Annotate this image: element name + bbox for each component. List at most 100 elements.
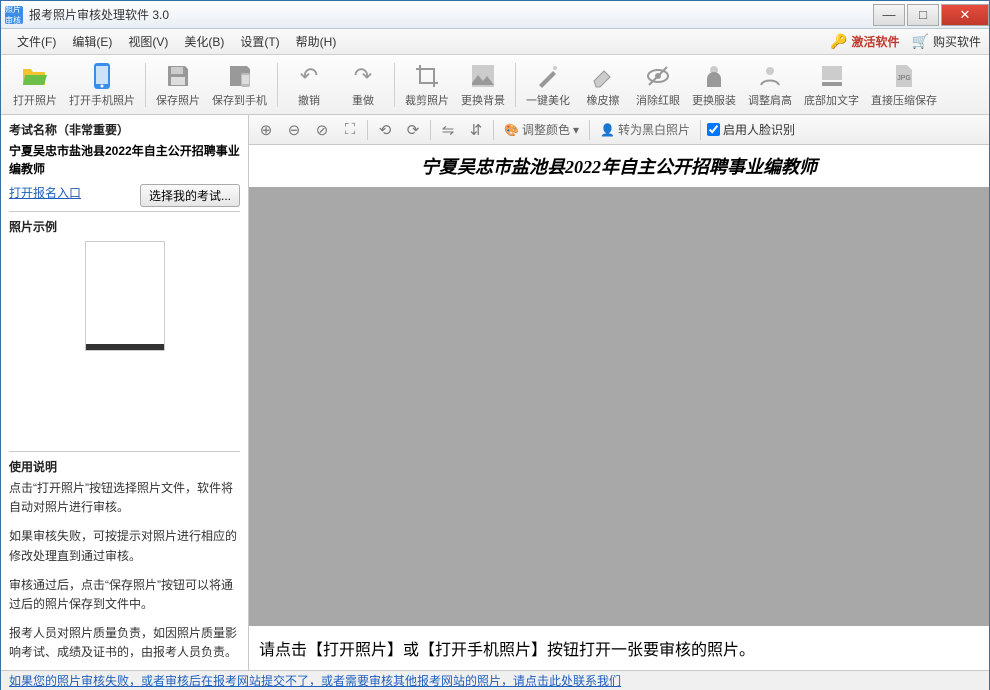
toolbar-separator: [515, 63, 516, 107]
canvas: 宁夏吴忠市盐池县2022年自主公开招聘事业编教师 请点击【打开照片】或【打开手机…: [249, 145, 989, 670]
sub-separator: [700, 120, 701, 140]
redo-icon: ↷: [348, 61, 378, 91]
text-icon: [817, 61, 847, 91]
open-photo-label: 打开照片: [13, 92, 57, 108]
face-detect-label: 启用人脸识别: [723, 121, 795, 138]
clothes-icon: [699, 61, 729, 91]
redeye-icon: [643, 61, 673, 91]
undo-label: 撤销: [298, 92, 320, 108]
close-button[interactable]: ✕: [941, 4, 989, 26]
adjust-color-button[interactable]: 🎨 调整颜色 ▾: [500, 121, 583, 138]
titlebar: 照片审核 报考照片审核处理软件 3.0 — □ ✕: [1, 1, 989, 29]
redo-button[interactable]: ↷ 重做: [336, 59, 390, 110]
compress-button[interactable]: JPG 直接压缩保存: [865, 59, 943, 110]
menu-edit[interactable]: 编辑(E): [64, 31, 120, 52]
canvas-title: 宁夏吴忠市盐池县2022年自主公开招聘事业编教师: [249, 145, 989, 187]
toolbar-separator: [394, 63, 395, 107]
clothes-label: 更换服装: [692, 92, 736, 108]
flip-h-icon[interactable]: ⇋: [437, 119, 459, 141]
save-label: 保存照片: [156, 92, 200, 108]
eraser-label: 橡皮擦: [587, 92, 620, 108]
sub-separator: [493, 120, 494, 140]
photo-example: [85, 241, 165, 351]
example-label: 照片示例: [9, 218, 240, 235]
eraser-icon: [588, 61, 618, 91]
menu-file[interactable]: 文件(F): [9, 31, 64, 52]
menu-settings[interactable]: 设置(T): [232, 31, 287, 52]
save-icon: [163, 61, 193, 91]
person-icon: 👤: [600, 123, 615, 137]
select-exam-button[interactable]: 选择我的考试...: [140, 184, 240, 207]
open-phone-photo-button[interactable]: 打开手机照片: [63, 59, 141, 110]
save-to-phone-button[interactable]: 保存到手机: [206, 59, 273, 110]
buy-label: 购买软件: [933, 33, 981, 50]
shoulder-label: 调整肩高: [748, 92, 792, 108]
key-icon: 🔑: [830, 33, 847, 50]
sidebar-separator: [9, 451, 240, 452]
registration-link[interactable]: 打开报名入口: [9, 186, 81, 200]
exam-name: 宁夏吴忠市盐池县2022年自主公开招聘事业编教师: [9, 142, 240, 178]
crop-button[interactable]: 裁剪照片: [399, 59, 455, 110]
change-bg-button[interactable]: 更换背景: [455, 59, 511, 110]
bg-label: 更换背景: [461, 92, 505, 108]
adjust-color-label: 调整颜色: [522, 121, 570, 138]
dropdown-icon: ▾: [573, 123, 579, 137]
one-click-label: 一键美化: [526, 92, 570, 108]
shoulder-icon: [755, 61, 785, 91]
save-photo-button[interactable]: 保存照片: [150, 59, 206, 110]
usage-p3: 审核通过后，点击“保存照片”按钮可以将通过后的照片保存到文件中。: [9, 576, 240, 614]
palette-icon: 🎨: [504, 123, 519, 137]
usage-label: 使用说明: [9, 458, 240, 475]
minimize-button[interactable]: —: [873, 4, 905, 26]
menu-view[interactable]: 视图(V): [120, 31, 176, 52]
usage-p2: 如果审核失败，可按提示对照片进行相应的修改处理直到通过审核。: [9, 527, 240, 565]
redeye-button[interactable]: 消除红眼: [630, 59, 686, 110]
rotate-left-icon[interactable]: ⟲: [374, 119, 396, 141]
window-title: 报考照片审核处理软件 3.0: [29, 6, 871, 23]
save-phone-icon: [225, 61, 255, 91]
folder-open-icon: [20, 61, 50, 91]
sub-toolbar: ⊕ ⊖ ⊘ ⛶ ⟲ ⟳ ⇋ ⇵ 🎨 调整颜色 ▾ 👤 转为黑白照片: [249, 115, 989, 145]
rotate-right-icon[interactable]: ⟳: [402, 119, 424, 141]
face-detect-checkbox[interactable]: 启用人脸识别: [707, 121, 795, 138]
canvas-hint: 请点击【打开照片】或【打开手机照片】按钮打开一张要审核的照片。: [249, 626, 989, 670]
undo-button[interactable]: ↶ 撤销: [282, 59, 336, 110]
zoom-in-icon[interactable]: ⊕: [255, 119, 277, 141]
crop-icon: [412, 61, 442, 91]
app-icon: 照片审核: [5, 6, 23, 24]
usage-p4: 报考人员对照片质量负责，如因照片质量影响考试、成绩及证书的，由报考人员负责。: [9, 624, 240, 662]
wand-icon: [533, 61, 563, 91]
menu-beautify[interactable]: 美化(B): [176, 31, 232, 52]
zoom-reset-icon[interactable]: ⊘: [311, 119, 333, 141]
eraser-button[interactable]: 橡皮擦: [576, 59, 630, 110]
save-phone-label: 保存到手机: [212, 92, 267, 108]
buy-link[interactable]: 🛒 购买软件: [912, 33, 981, 50]
sidebar-separator: [9, 211, 240, 212]
clothes-button[interactable]: 更换服装: [686, 59, 742, 110]
one-click-button[interactable]: 一键美化: [520, 59, 576, 110]
menu-help[interactable]: 帮助(H): [288, 31, 345, 52]
redeye-label: 消除红眼: [636, 92, 680, 108]
to-bw-label: 转为黑白照片: [618, 121, 690, 138]
text-button[interactable]: 底部加文字: [798, 59, 865, 110]
bg-icon: [468, 61, 498, 91]
usage-p1: 点击“打开照片”按钮选择照片文件，软件将自动对照片进行审核。: [9, 479, 240, 517]
exam-label: 考试名称（非常重要）: [9, 121, 240, 138]
fit-icon[interactable]: ⛶: [339, 119, 361, 141]
maximize-button[interactable]: □: [907, 4, 939, 26]
face-detect-input[interactable]: [707, 123, 720, 136]
sub-separator: [589, 120, 590, 140]
zoom-out-icon[interactable]: ⊖: [283, 119, 305, 141]
open-photo-button[interactable]: 打开照片: [7, 59, 63, 110]
sidebar: 考试名称（非常重要） 宁夏吴忠市盐池县2022年自主公开招聘事业编教师 打开报名…: [1, 115, 249, 670]
status-link[interactable]: 如果您的照片审核失败，或者审核后在报考网站提交不了，或者需要审核其他报考网站的照…: [9, 672, 621, 689]
text-label: 底部加文字: [804, 92, 859, 108]
svg-text:JPG: JPG: [897, 75, 911, 82]
activate-link[interactable]: 🔑 激活软件: [830, 33, 899, 50]
to-bw-button[interactable]: 👤 转为黑白照片: [596, 121, 694, 138]
main-area: ⊕ ⊖ ⊘ ⛶ ⟲ ⟳ ⇋ ⇵ 🎨 调整颜色 ▾ 👤 转为黑白照片: [249, 115, 989, 670]
open-phone-label: 打开手机照片: [69, 92, 135, 108]
flip-v-icon[interactable]: ⇵: [465, 119, 487, 141]
crop-label: 裁剪照片: [405, 92, 449, 108]
shoulder-button[interactable]: 调整肩高: [742, 59, 798, 110]
